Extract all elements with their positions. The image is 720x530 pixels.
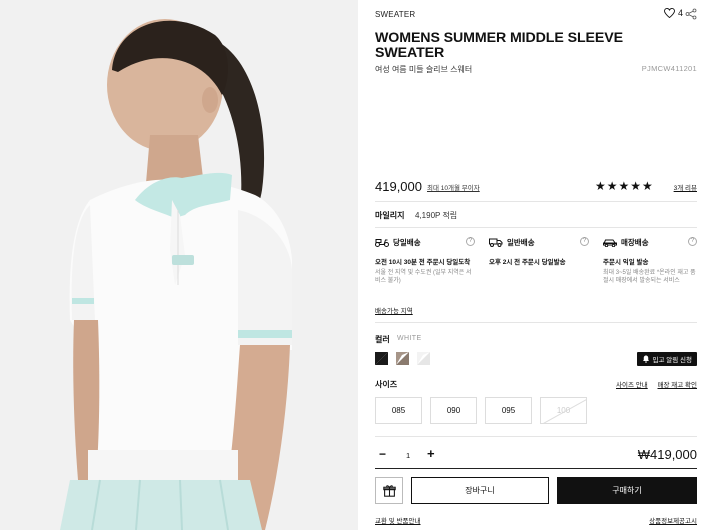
gift-button[interactable] <box>375 477 403 504</box>
truck-icon <box>489 238 503 247</box>
color-swatch-black[interactable] <box>375 352 388 365</box>
shipping-title: 매장배송 <box>621 238 649 247</box>
buy-now-button[interactable]: 구매하기 <box>557 477 697 504</box>
divider <box>375 322 697 323</box>
notify-label: 입고 알림 신청 <box>652 357 693 364</box>
product-image[interactable] <box>0 0 358 530</box>
store-car-icon <box>603 239 617 247</box>
info-icon[interactable]: ? <box>466 237 475 246</box>
shipping-same-day: 당일배송 ? 오전 10시 30분 전 주문시 당일도착 서울 전 지역 및 수… <box>375 237 475 285</box>
bell-icon <box>642 355 649 363</box>
share-icon[interactable] <box>685 8 697 20</box>
shipping-main: 오전 10시 30분 전 주문시 당일도착 <box>375 259 471 266</box>
size-label: 사이즈 <box>375 380 398 389</box>
product-code: PJMCW411201 <box>641 64 697 73</box>
divider <box>375 227 697 228</box>
quantity-decrease-button[interactable]: − <box>379 448 386 460</box>
color-swatch-brown[interactable] <box>396 352 409 365</box>
shipping-main: 오후 2시 전 주문시 당일발송 <box>489 259 566 266</box>
divider <box>375 201 697 202</box>
size-option-095[interactable]: 095 <box>485 397 532 424</box>
quantity-value[interactable]: 1 <box>406 451 410 460</box>
wish-count: 4 <box>677 8 683 18</box>
size-option-085[interactable]: 085 <box>375 397 422 424</box>
model-illustration <box>0 0 358 530</box>
shipping-standard: 일반배송 ? 오후 2시 전 주문시 당일발송 <box>489 237 589 269</box>
info-icon[interactable]: ? <box>580 237 589 246</box>
shipping-store: 매장배송 ? 주문시 익일 발송 최대 3~5일 배송완료 *온라인 재고 품절… <box>603 237 697 285</box>
color-swatch-white[interactable] <box>417 352 430 365</box>
product-title: WOMENS SUMMER MIDDLE SLEEVE SWEATER <box>375 30 623 61</box>
price: 419,000 <box>375 179 422 194</box>
shipping-sub: 서울 전 지역 및 수도권 (일부 지역은 서비스 불가) <box>375 270 472 284</box>
color-label: 컬러 <box>375 335 390 344</box>
info-icon[interactable]: ? <box>688 237 697 246</box>
shipping-area-link[interactable]: 배송가능 지역 <box>375 305 413 315</box>
shipping-main: 주문시 익일 발송 <box>603 259 649 266</box>
divider <box>375 436 697 437</box>
size-option-090[interactable]: 090 <box>430 397 477 424</box>
color-selected: WHITE <box>397 335 422 342</box>
store-stock-link[interactable]: 매장 재고 확인 <box>658 379 698 389</box>
shipping-title: 당일배송 <box>393 238 421 247</box>
product-info-panel: SWEATER 4 WOMENS SUMMER MIDDLE SLEEVE SW… <box>375 0 697 530</box>
category-label: SWEATER <box>375 10 416 19</box>
heart-icon <box>664 8 675 18</box>
size-option-100-soldout[interactable]: 100 <box>540 397 587 424</box>
shipping-sub: 최대 3~5일 배송완료 *온라인 재고 품절시 매장에서 발송되는 서비스 <box>603 270 696 284</box>
scooter-icon <box>375 239 389 247</box>
quantity-increase-button[interactable]: + <box>427 447 435 460</box>
total-price: ₩419,000 <box>637 447 697 462</box>
rating-stars: ★★★★★ <box>595 179 654 193</box>
gift-icon <box>382 485 396 497</box>
divider <box>375 468 697 469</box>
installment-link[interactable]: 최대 10개월 무이자 <box>427 182 480 192</box>
exchange-return-link[interactable]: 교환 및 반품안내 <box>375 515 420 525</box>
shipping-title: 일반배송 <box>507 238 535 247</box>
wishlist-button[interactable]: 4 <box>664 8 683 18</box>
add-to-cart-button[interactable]: 장바구니 <box>411 477 549 504</box>
product-info-notice-link[interactable]: 상품정보제공고시 <box>649 515 697 525</box>
review-count-link[interactable]: 3개 리뷰 <box>674 182 697 192</box>
mileage-value: 4,190P 적립 <box>415 211 458 220</box>
mileage-label: 마일리지 <box>375 211 405 220</box>
product-subtitle: 여성 여름 미들 슬리브 스웨터 <box>375 65 473 74</box>
size-guide-link[interactable]: 사이즈 안내 <box>616 379 648 389</box>
restock-notify-button[interactable]: 입고 알림 신청 <box>636 352 697 366</box>
